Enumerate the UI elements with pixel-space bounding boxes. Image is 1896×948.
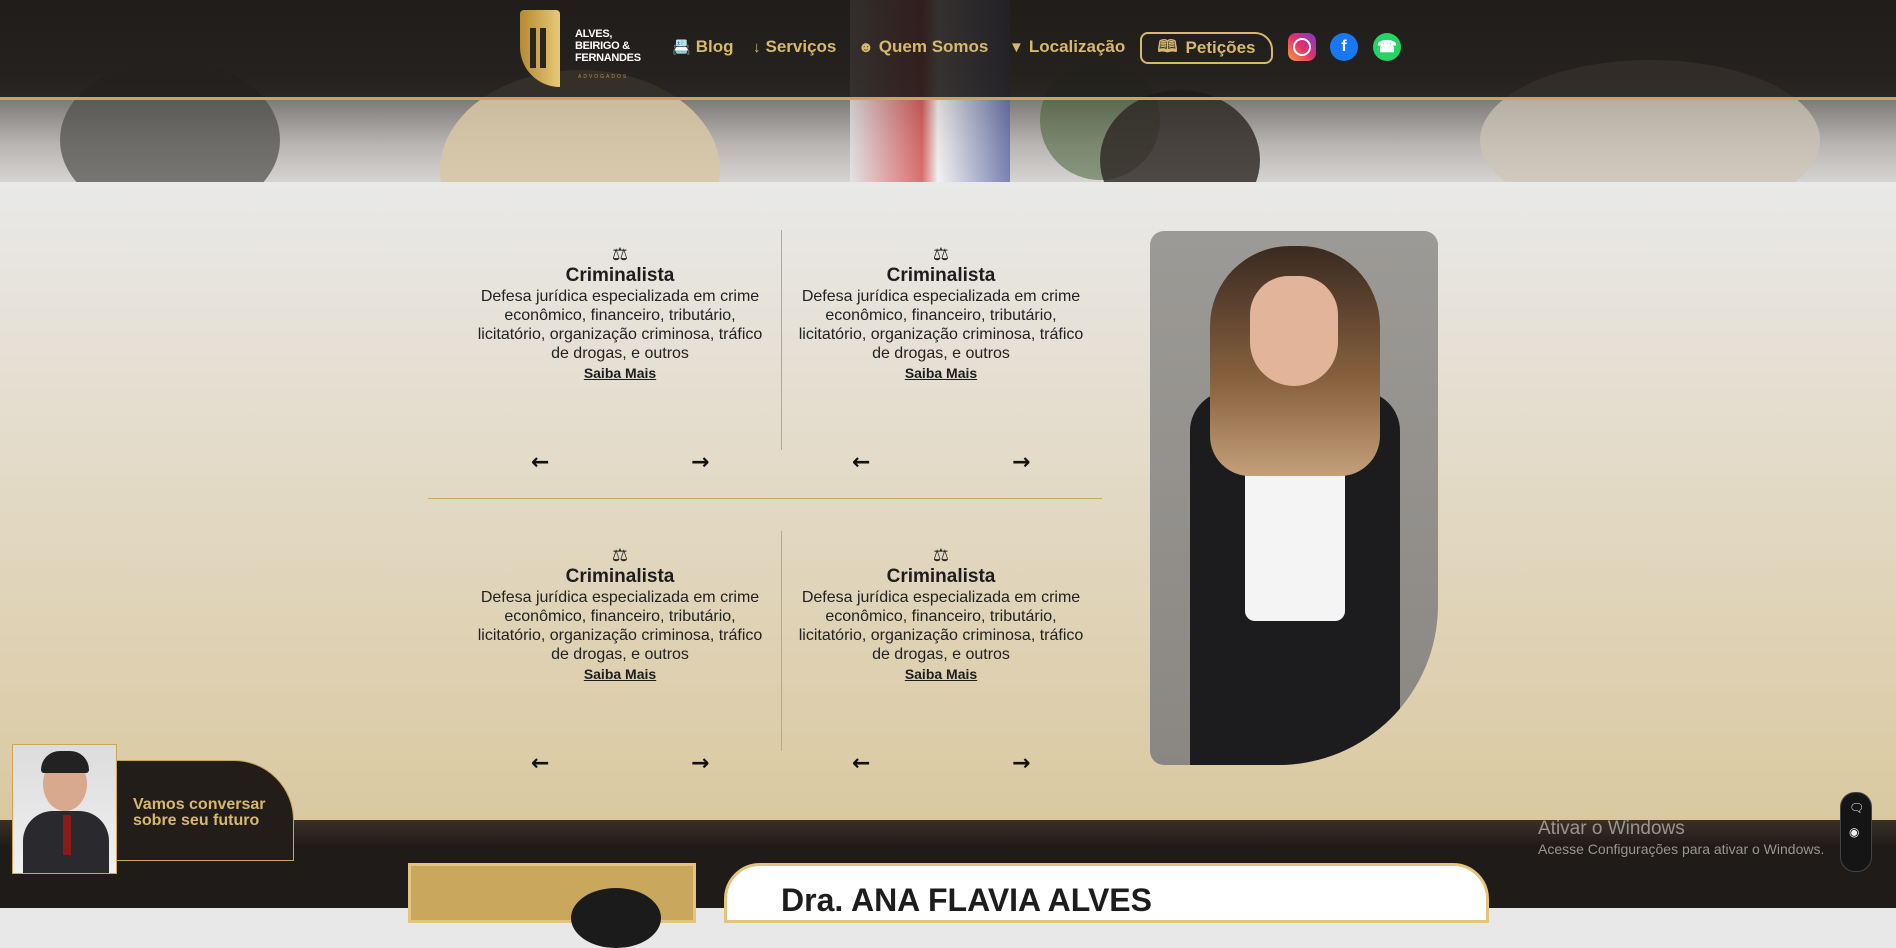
service-card: ⚖ Criminalista Defesa jurídica especiali… [475, 245, 765, 381]
saiba-mais-link[interactable]: Saiba Mais [796, 666, 1086, 682]
saiba-mais-link[interactable]: Saiba Mais [475, 666, 765, 682]
eye-icon[interactable]: ◉ [1849, 825, 1859, 839]
windows-activation-title: Ativar o Windows [1538, 818, 1685, 839]
scale-icon: ⚖ [611, 545, 629, 565]
divider-vertical [781, 230, 782, 450]
nav-blog[interactable]: 📇 Blog [672, 37, 733, 57]
prev-arrow-icon[interactable]: ← [531, 450, 549, 475]
chat-avatar[interactable] [12, 744, 117, 874]
scale-icon: ⚖ [611, 244, 629, 264]
prev-arrow-icon[interactable]: ← [852, 751, 870, 776]
user-icon: ☻ [858, 38, 874, 56]
service-description: Defesa jurídica especializada em crime e… [477, 288, 763, 362]
saiba-mais-link[interactable]: Saiba Mais [475, 365, 765, 381]
facebook-icon[interactable]: f [1330, 33, 1358, 61]
profile-name: Dra. ANA FLAVIA ALVES [781, 882, 1152, 918]
map-pin-icon: ▼ [1009, 38, 1024, 56]
logo-mark-icon [520, 10, 560, 87]
service-card: ⚖ Criminalista Defesa jurídica especiali… [475, 546, 765, 682]
floating-toolbar[interactable]: 🗨 ◉ [1840, 792, 1872, 872]
arrow-down-icon: ↓ [753, 38, 761, 56]
instagram-icon[interactable] [1288, 33, 1316, 61]
windows-activation-subtitle: Acesse Configurações para ativar o Windo… [1538, 841, 1825, 857]
service-title: Criminalista [886, 566, 996, 587]
top-navbar: ALVES, BEIRIGO & FERNANDES ADVOGADOS 📇 B… [0, 0, 1896, 100]
scale-icon: ⚖ [932, 545, 950, 565]
service-description: Defesa jurídica especializada em crime e… [798, 288, 1084, 362]
next-arrow-icon[interactable]: → [691, 450, 709, 475]
service-description: Defesa jurídica especializada em crime e… [798, 589, 1084, 663]
logo-text: ALVES, BEIRIGO & FERNANDES [575, 28, 641, 64]
service-title: Criminalista [565, 265, 675, 286]
chat-cta-text[interactable]: Vamos conversar sobre seu futuro [133, 797, 266, 829]
logo[interactable]: ALVES, BEIRIGO & FERNANDES ADVOGADOS [518, 9, 648, 89]
next-arrow-icon[interactable]: → [1012, 751, 1030, 776]
prev-arrow-icon[interactable]: ← [531, 751, 549, 776]
profile-name-card: Dra. ANA FLAVIA ALVES [724, 863, 1489, 923]
next-arrow-icon[interactable]: → [691, 751, 709, 776]
scale-icon: ⚖ [932, 244, 950, 264]
prev-arrow-icon[interactable]: ← [852, 450, 870, 475]
divider-horizontal [428, 498, 1102, 499]
nav-quem-somos[interactable]: ☻ Quem Somos [858, 37, 988, 57]
profile-photo-frame [408, 863, 696, 948]
service-title: Criminalista [886, 265, 996, 286]
logo-subtitle: ADVOGADOS [578, 74, 629, 80]
comment-icon[interactable]: 🗨 [1849, 801, 1864, 815]
service-description: Defesa jurídica especializada em crime e… [477, 589, 763, 663]
service-card: ⚖ Criminalista Defesa jurídica especiali… [796, 546, 1086, 682]
next-arrow-icon[interactable]: → [1012, 450, 1030, 475]
service-card: ⚖ Criminalista Defesa jurídica especiali… [796, 245, 1086, 381]
service-title: Criminalista [565, 566, 675, 587]
lawyer-photo [1150, 231, 1438, 765]
id-card-icon: 📇 [672, 39, 691, 56]
saiba-mais-link[interactable]: Saiba Mais [796, 365, 1086, 381]
peticoes-button[interactable]: 🕮 Petições [1140, 32, 1273, 64]
divider-vertical [781, 531, 782, 751]
nav-localizacao[interactable]: ▼ Localização [1009, 37, 1125, 57]
whatsapp-icon[interactable]: ☎ [1373, 33, 1401, 61]
nav-servicos[interactable]: ↓ Serviços [753, 37, 836, 57]
book-icon: 🕮 [1157, 36, 1178, 56]
